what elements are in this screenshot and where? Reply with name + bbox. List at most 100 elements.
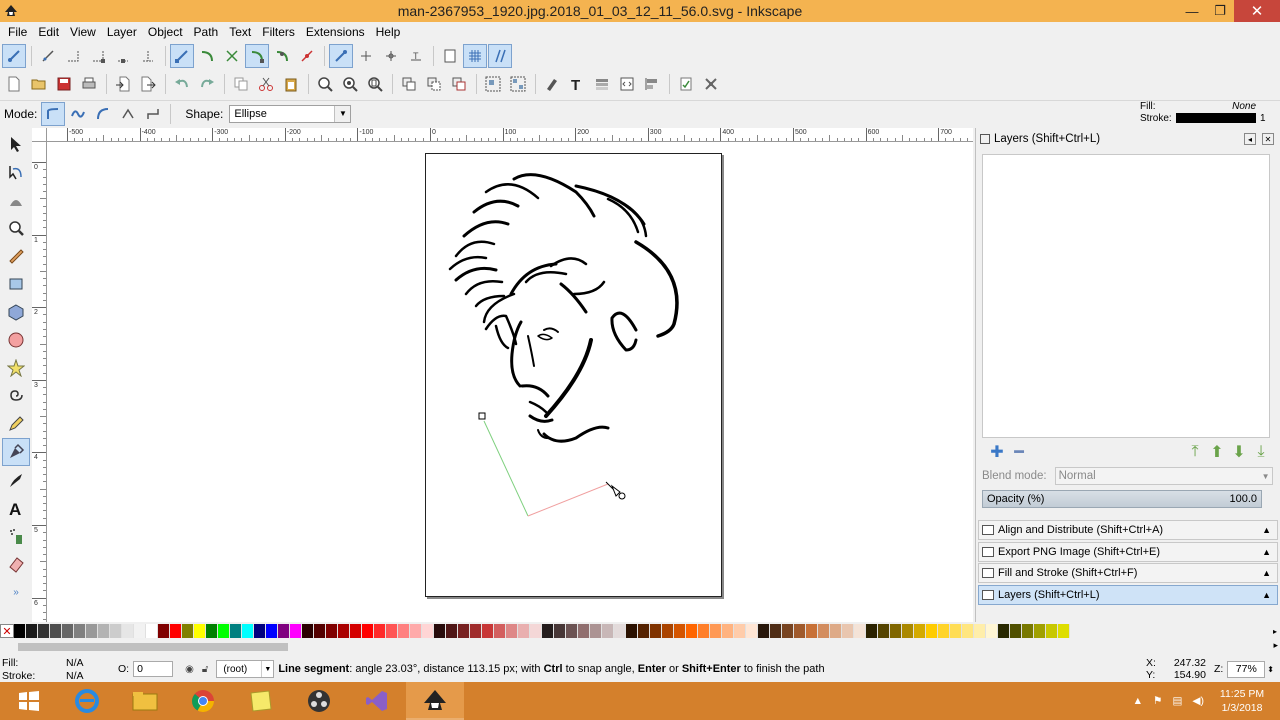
dialog-fill-stroke[interactable]: Fill and Stroke (Shift+Ctrl+F) ▲ — [978, 563, 1278, 583]
palette-swatch[interactable] — [338, 624, 350, 638]
copy-icon[interactable] — [229, 72, 253, 96]
blend-mode-select[interactable]: Normal ▼ — [1054, 467, 1273, 485]
palette-swatch[interactable] — [374, 624, 386, 638]
save-icon[interactable] — [52, 72, 76, 96]
palette-swatch[interactable] — [362, 624, 374, 638]
palette-swatch[interactable] — [146, 624, 158, 638]
palette-swatch[interactable] — [410, 624, 422, 638]
palette-swatch[interactable] — [158, 624, 170, 638]
layers-icon[interactable] — [590, 72, 614, 96]
obs-icon[interactable] — [290, 682, 348, 720]
zoom-tool-icon[interactable] — [2, 214, 30, 242]
fill-stroke-indicator[interactable]: Fill: None Stroke: 1 — [1140, 100, 1270, 124]
opacity-spinbox[interactable]: 0 — [133, 661, 174, 677]
palette-swatch[interactable] — [626, 624, 638, 638]
zoom-selection-icon[interactable] — [313, 72, 337, 96]
snap-bbox-midpoint-icon[interactable] — [111, 44, 135, 68]
menu-text[interactable]: Text — [225, 25, 258, 39]
measure-tool-icon[interactable] — [2, 242, 30, 270]
palette-swatch[interactable] — [110, 624, 122, 638]
palette-swatch[interactable] — [62, 624, 74, 638]
palette-swatch[interactable] — [566, 624, 578, 638]
palette-swatch[interactable] — [86, 624, 98, 638]
snap-bbox-edge-icon[interactable] — [61, 44, 85, 68]
palette-swatch[interactable] — [734, 624, 746, 638]
palette-scroll-icon[interactable]: ▸ — [1270, 624, 1280, 638]
snap-enable-icon[interactable] — [2, 44, 26, 68]
star-tool-icon[interactable] — [2, 354, 30, 382]
palette-swatch[interactable] — [1034, 624, 1046, 638]
palette-swatch[interactable] — [38, 624, 50, 638]
inkscape-taskbar-icon[interactable] — [406, 682, 464, 720]
palette-swatch[interactable] — [170, 624, 182, 638]
visual-studio-icon[interactable] — [348, 682, 406, 720]
palette-swatch[interactable] — [398, 624, 410, 638]
snap-bbox-center-icon[interactable] — [136, 44, 160, 68]
mode-regular-bezier-icon[interactable] — [41, 101, 66, 126]
document-properties-icon[interactable] — [674, 72, 698, 96]
palette-swatch[interactable] — [314, 624, 326, 638]
maximize-button[interactable]: ❐ — [1206, 0, 1234, 22]
palette-swatch[interactable] — [686, 624, 698, 638]
scrollbar-thumb[interactable] — [18, 643, 288, 651]
mode-spiro-icon[interactable] — [66, 102, 90, 126]
vertical-ruler[interactable]: 0 1 2 3 4 5 6 — [32, 142, 47, 622]
palette-swatch[interactable] — [926, 624, 938, 638]
rectangle-tool-icon[interactable] — [2, 270, 30, 298]
snap-page-border-icon[interactable] — [438, 44, 462, 68]
snap-paths-icon[interactable] — [195, 44, 219, 68]
palette-swatch[interactable] — [974, 624, 986, 638]
palette-swatch[interactable] — [98, 624, 110, 638]
palette-swatch[interactable] — [866, 624, 878, 638]
palette-swatch[interactable] — [878, 624, 890, 638]
tweak-tool-icon[interactable] — [2, 186, 30, 214]
snap-object-midpoint-icon[interactable] — [354, 44, 378, 68]
palette-swatch[interactable] — [914, 624, 926, 638]
palette-swatch[interactable] — [182, 624, 194, 638]
palette-swatch[interactable] — [242, 624, 254, 638]
unlink-clone-icon[interactable] — [447, 72, 471, 96]
palette-swatch[interactable] — [74, 624, 86, 638]
mode-zigzag-icon[interactable] — [116, 102, 140, 126]
palette-swatch[interactable] — [638, 624, 650, 638]
text-tool-icon[interactable]: A — [2, 494, 30, 522]
mode-paraxial-icon[interactable] — [141, 102, 165, 126]
pencil-tool-icon[interactable] — [2, 410, 30, 438]
palette-swatch[interactable] — [806, 624, 818, 638]
minimize-button[interactable]: — — [1178, 0, 1206, 22]
raise-layer-top-icon[interactable]: ⤒ — [1184, 442, 1206, 462]
menu-help[interactable]: Help — [372, 25, 408, 39]
import-icon[interactable] — [111, 72, 135, 96]
palette-swatch[interactable] — [254, 624, 266, 638]
palette-swatch[interactable] — [122, 624, 134, 638]
palette-swatch[interactable] — [134, 624, 146, 638]
dialog-layers[interactable]: Layers (Shift+Ctrl+L) ▲ — [978, 584, 1278, 605]
lock-icon[interactable]: 🔓︎ — [202, 664, 208, 675]
cut-icon[interactable] — [254, 72, 278, 96]
network-icon[interactable]: ▤ — [1173, 695, 1183, 707]
palette-swatch[interactable] — [650, 624, 662, 638]
no-paint-swatch[interactable]: ✕ — [0, 624, 14, 638]
current-layer-select[interactable]: (root) ▼ — [216, 660, 275, 678]
palette-swatch[interactable] — [962, 624, 974, 638]
palette-swatch[interactable] — [854, 624, 866, 638]
palette-swatch[interactable] — [722, 624, 734, 638]
dialog-align-distribute[interactable]: Align and Distribute (Shift+Ctrl+A) ▲ — [978, 520, 1278, 540]
palette-swatch[interactable] — [602, 624, 614, 638]
palette-swatch[interactable] — [1010, 624, 1022, 638]
inkscape-app-icon[interactable] — [0, 0, 22, 22]
horizontal-ruler[interactable]: -500 -400 -300 -200 -100 0 100 200 300 400 500 600 7… — [47, 128, 973, 142]
start-button[interactable] — [0, 682, 58, 720]
palette-swatch[interactable] — [326, 624, 338, 638]
snap-intersection-icon[interactable] — [220, 44, 244, 68]
ellipse-tool-icon[interactable] — [2, 326, 30, 354]
snap-rotation-center-icon[interactable] — [379, 44, 403, 68]
file-explorer-icon[interactable] — [116, 682, 174, 720]
palette-swatch[interactable] — [194, 624, 206, 638]
palette-swatch[interactable] — [698, 624, 710, 638]
snap-bbox-corner-icon[interactable] — [86, 44, 110, 68]
redo-icon[interactable] — [195, 72, 219, 96]
lower-layer-icon[interactable]: ⬇ — [1228, 442, 1250, 462]
palette-swatch[interactable] — [578, 624, 590, 638]
snap-grid-icon[interactable] — [463, 44, 487, 68]
